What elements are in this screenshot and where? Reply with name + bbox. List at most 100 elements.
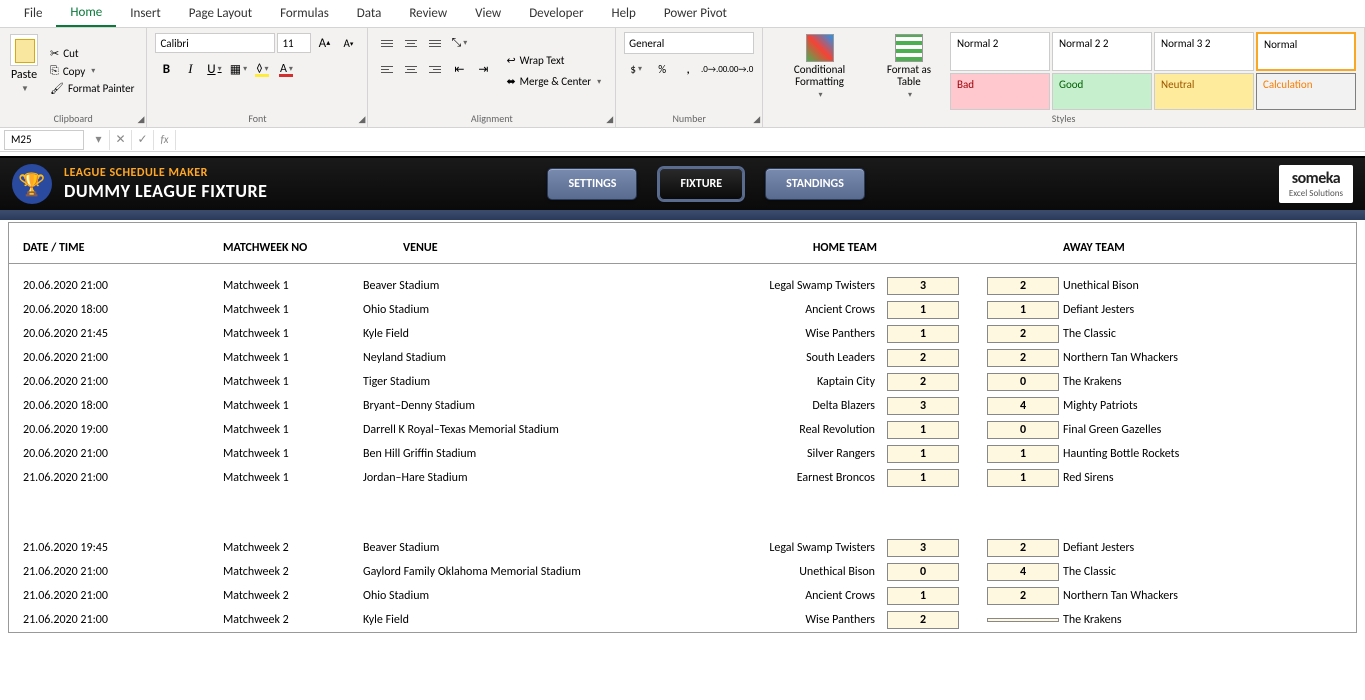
cell-home-score[interactable]: 2	[887, 611, 959, 629]
cell-home-team[interactable]: Kaptain City	[643, 375, 883, 389]
cell-venue[interactable]: Kyle Field	[363, 327, 643, 341]
dialog-launcher-icon[interactable]: ◢	[359, 114, 366, 125]
settings-button[interactable]: SETTINGS	[547, 168, 637, 200]
cell-away-team[interactable]: The Classic	[1063, 565, 1323, 579]
fx-icon[interactable]: fx	[154, 130, 176, 150]
cell-away-team[interactable]: Defiant Jesters	[1063, 303, 1323, 317]
cell-home-score[interactable]: 1	[887, 587, 959, 605]
cell-away-score[interactable]: 2	[987, 325, 1059, 343]
cell-away-score[interactable]: 2	[987, 349, 1059, 367]
cell-away-team[interactable]: The Classic	[1063, 327, 1323, 341]
cell-home-score[interactable]: 1	[887, 421, 959, 439]
cell-matchweek[interactable]: Matchweek 2	[223, 613, 363, 627]
fixture-button[interactable]: FIXTURE	[659, 168, 743, 200]
fill-color-button[interactable]: ◊▾	[251, 58, 273, 80]
cell-away-team[interactable]: The Krakens	[1063, 613, 1323, 627]
orientation-button[interactable]: ⤡▾	[448, 32, 470, 54]
style-normal[interactable]: Normal	[1256, 32, 1356, 71]
style-neutral[interactable]: Neutral	[1154, 73, 1254, 110]
tab-review[interactable]: Review	[395, 1, 461, 26]
cell-styles-gallery[interactable]: Normal 2 Normal 2 2 Normal 3 2 Normal Ba…	[950, 32, 1356, 110]
format-painter-button[interactable]: 🖌Format Painter	[46, 81, 138, 96]
cell-date[interactable]: 20.06.2020 21:00	[23, 375, 223, 389]
cell-away-score[interactable]: 1	[987, 469, 1059, 487]
cancel-icon[interactable]: ✕	[110, 130, 132, 150]
cell-matchweek[interactable]: Matchweek 1	[223, 303, 363, 317]
decrease-decimal-button[interactable]: .00→.0	[728, 58, 752, 80]
decrease-font-button[interactable]: A▾	[337, 32, 359, 54]
cell-venue[interactable]: Gaylord Family Oklahoma Memorial Stadium	[363, 565, 643, 579]
cell-away-score[interactable]: 1	[987, 301, 1059, 319]
tab-home[interactable]: Home	[56, 0, 116, 27]
cell-matchweek[interactable]: Matchweek 2	[223, 565, 363, 579]
cell-home-team[interactable]: Earnest Broncos	[643, 471, 883, 485]
cell-matchweek[interactable]: Matchweek 2	[223, 541, 363, 555]
cell-venue[interactable]: Ben Hill Griffin Stadium	[363, 447, 643, 461]
bold-button[interactable]: B	[155, 58, 177, 80]
cell-home-team[interactable]: Unethical Bison	[643, 565, 883, 579]
paste-button[interactable]: Paste ▼	[8, 32, 40, 110]
cell-matchweek[interactable]: Matchweek 1	[223, 351, 363, 365]
align-bottom-button[interactable]	[424, 32, 446, 54]
cell-date[interactable]: 20.06.2020 19:00	[23, 423, 223, 437]
style-calculation[interactable]: Calculation	[1256, 73, 1356, 110]
cell-home-score[interactable]: 3	[887, 397, 959, 415]
cell-away-team[interactable]: Defiant Jesters	[1063, 541, 1323, 555]
cell-venue[interactable]: Neyland Stadium	[363, 351, 643, 365]
dialog-launcher-icon[interactable]: ◢	[606, 114, 613, 125]
align-center-button[interactable]	[400, 58, 422, 80]
comma-button[interactable]: ,	[676, 58, 700, 80]
accounting-button[interactable]: $▾	[624, 58, 648, 80]
cell-away-team[interactable]: Final Green Gazelles	[1063, 423, 1323, 437]
cell-date[interactable]: 21.06.2020 21:00	[23, 471, 223, 485]
cell-home-score[interactable]: 1	[887, 469, 959, 487]
cell-away-team[interactable]: Haunting Bottle Rockets	[1063, 447, 1323, 461]
cell-away-score[interactable]: 2	[987, 277, 1059, 295]
tab-page-layout[interactable]: Page Layout	[175, 1, 266, 26]
cell-away-team[interactable]: Northern Tan Whackers	[1063, 351, 1323, 365]
cell-away-team[interactable]: Northern Tan Whackers	[1063, 589, 1323, 603]
cell-away-score[interactable]: 0	[987, 373, 1059, 391]
cell-home-team[interactable]: South Leaders	[643, 351, 883, 365]
cell-home-team[interactable]: Ancient Crows	[643, 303, 883, 317]
tab-data[interactable]: Data	[343, 1, 396, 26]
dialog-launcher-icon[interactable]: ◢	[753, 114, 760, 125]
percent-button[interactable]: %	[650, 58, 674, 80]
cell-home-score[interactable]: 0	[887, 563, 959, 581]
cell-home-score[interactable]: 3	[887, 539, 959, 557]
cell-matchweek[interactable]: Matchweek 1	[223, 471, 363, 485]
style-bad[interactable]: Bad	[950, 73, 1050, 110]
style-normal22[interactable]: Normal 2 2	[1052, 32, 1152, 71]
tab-file[interactable]: File	[10, 1, 56, 26]
cell-matchweek[interactable]: Matchweek 1	[223, 279, 363, 293]
format-as-table-button[interactable]: Format as Table▾	[874, 32, 944, 110]
cell-date[interactable]: 21.06.2020 21:00	[23, 613, 223, 627]
cell-home-team[interactable]: Legal Swamp Twisters	[643, 279, 883, 293]
cell-away-team[interactable]: Mighty Patriots	[1063, 399, 1323, 413]
conditional-formatting-button[interactable]: Conditional Formatting▾	[771, 32, 868, 110]
style-normal32[interactable]: Normal 3 2	[1154, 32, 1254, 71]
cell-away-score[interactable]: 4	[987, 563, 1059, 581]
cell-home-score[interactable]: 3	[887, 277, 959, 295]
cell-date[interactable]: 20.06.2020 21:00	[23, 351, 223, 365]
align-top-button[interactable]	[376, 32, 398, 54]
style-normal2[interactable]: Normal 2	[950, 32, 1050, 71]
tab-view[interactable]: View	[461, 1, 515, 26]
tab-formulas[interactable]: Formulas	[266, 1, 343, 26]
cell-matchweek[interactable]: Matchweek 1	[223, 399, 363, 413]
standings-button[interactable]: STANDINGS	[765, 168, 865, 200]
cell-matchweek[interactable]: Matchweek 1	[223, 327, 363, 341]
cell-away-team[interactable]: Unethical Bison	[1063, 279, 1323, 293]
italic-button[interactable]: I	[179, 58, 201, 80]
font-color-button[interactable]: A▾	[275, 58, 297, 80]
increase-indent-button[interactable]: ⇥	[472, 58, 494, 80]
underline-button[interactable]: U▾	[203, 58, 225, 80]
cell-home-score[interactable]: 1	[887, 301, 959, 319]
cell-date[interactable]: 20.06.2020 21:00	[23, 279, 223, 293]
wrap-text-button[interactable]: ↩Wrap Text	[500, 52, 607, 69]
cell-home-team[interactable]: Real Revolution	[643, 423, 883, 437]
font-size-select[interactable]	[277, 33, 311, 53]
decrease-indent-button[interactable]: ⇤	[448, 58, 470, 80]
font-name-select[interactable]	[155, 33, 275, 53]
cell-venue[interactable]: Ohio Stadium	[363, 303, 643, 317]
